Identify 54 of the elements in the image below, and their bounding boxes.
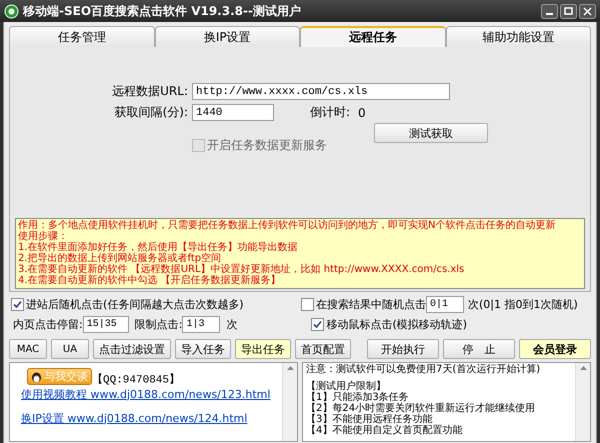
scroll-up-icon[interactable] <box>580 366 586 370</box>
stay-label: 内页点击停留: <box>13 317 83 332</box>
tab[interactable]: 换IP设置 <box>154 26 300 47</box>
url-field[interactable]: http://www.xxxx.com/cs.xls <box>192 83 450 100</box>
interval-field[interactable]: 1440 <box>192 104 274 121</box>
checkbox[interactable] <box>11 298 24 311</box>
notice-line: 【1】只能添加3条任务 <box>306 392 410 403</box>
limit-label: 限制点击: <box>134 317 182 332</box>
mouse-move-label: 移动鼠标点击(模拟移动轨迹) <box>326 317 468 332</box>
checkbox[interactable] <box>311 318 324 331</box>
search-random-label: 在搜索结果中随机点击 <box>316 297 426 312</box>
tutorial-link[interactable]: 使用视频教程 www.dj0188.com/news/123.html <box>21 386 270 402</box>
notice-line: 【4】不能使用自定义首页配置功能 <box>306 425 464 436</box>
toolbar-button[interactable]: 导入任务 <box>175 339 231 359</box>
toolbar-button[interactable]: MAC <box>9 339 47 359</box>
window-title: 移动端-SEO百度搜索点击软件 V19.3.8--测试用户 <box>23 2 302 20</box>
close-icon[interactable] <box>579 4 596 18</box>
tab[interactable]: 辅助功能设置 <box>446 26 591 47</box>
random-count-field[interactable]: 0|1 <box>426 296 464 313</box>
toolbar-button[interactable]: 导出任务 <box>235 339 291 359</box>
qq-number: 【QQ:9470845】 <box>92 374 180 386</box>
notice-line: 【测试用户限制】 <box>306 381 387 392</box>
url-label: 远程数据URL: <box>111 83 188 100</box>
minimize-icon[interactable] <box>541 4 558 18</box>
toolbar-button[interactable]: 开始执行 <box>367 339 439 359</box>
notice-line: 注意：测试软件可以免费使用7天(首次运行开始计算) <box>306 364 542 375</box>
scroll-up-icon[interactable] <box>286 366 294 370</box>
notice-line: 【3】不能使用远程任务功能 <box>306 414 432 425</box>
tutorial-link[interactable]: 换IP设置 www.dj0188.com/news/124.html <box>21 410 248 426</box>
toolbar-button[interactable]: UA <box>51 339 89 359</box>
tab[interactable]: 任务管理 <box>9 26 154 47</box>
stay-field[interactable]: 15|35 <box>82 316 129 333</box>
scrollbar[interactable] <box>575 363 590 441</box>
random-click-label: 进站后随机点击(任务间隔越大点击次数越多) <box>26 297 244 312</box>
scrollbar[interactable] <box>282 363 297 441</box>
test-fetch-button[interactable]: 测试获取 <box>374 123 488 143</box>
instructions-note: 作用：多个地点使用软件挂机时，只需要把任务数据上传到软件可以访问到的地方，即可实现N个软件点击任务的自动更新 使用步骤： 1.在软件里面添加好任务，然后使用【导出任务】功能导出数据 2.把导出的数据上传到网站服务器或者ftp空间 3.在需要自动更新的软件 【远程数据URL】中设置好更新地址，比如 http://www.XXXX.com/cs.xls 4.在需要自动更新的软件中勾选 【开启任务数据更新服务】 <box>15 218 585 289</box>
toolbar-button[interactable]: 点击过滤设置 <box>93 339 171 359</box>
toolbar-button[interactable]: 会员登录 <box>519 339 591 359</box>
maximize-icon[interactable] <box>560 4 577 18</box>
tab[interactable]: 远程任务 <box>300 26 446 47</box>
limit-unit: 次 <box>226 317 238 332</box>
toolbar-button[interactable]: 首页配置 <box>295 339 351 359</box>
penguin-icon <box>31 370 42 382</box>
toolbar-button[interactable]: 停 止 <box>443 339 515 359</box>
service-checkbox-label: 开启任务数据更新服务 <box>207 137 327 154</box>
random-count-hint: 次(0|1 指0到1次随机) <box>468 297 578 312</box>
interval-label: 获取间隔(分): <box>114 104 188 121</box>
limit-field[interactable]: 1|3 <box>182 316 220 333</box>
countdown-label: 倒计时: <box>310 104 350 121</box>
app-logo-icon <box>4 4 19 18</box>
countdown-value: 0 <box>358 106 366 120</box>
notice-line: 【2】每24小时需要关闭软件重新运行才能继续使用 <box>306 403 536 414</box>
checkbox[interactable] <box>301 298 314 311</box>
